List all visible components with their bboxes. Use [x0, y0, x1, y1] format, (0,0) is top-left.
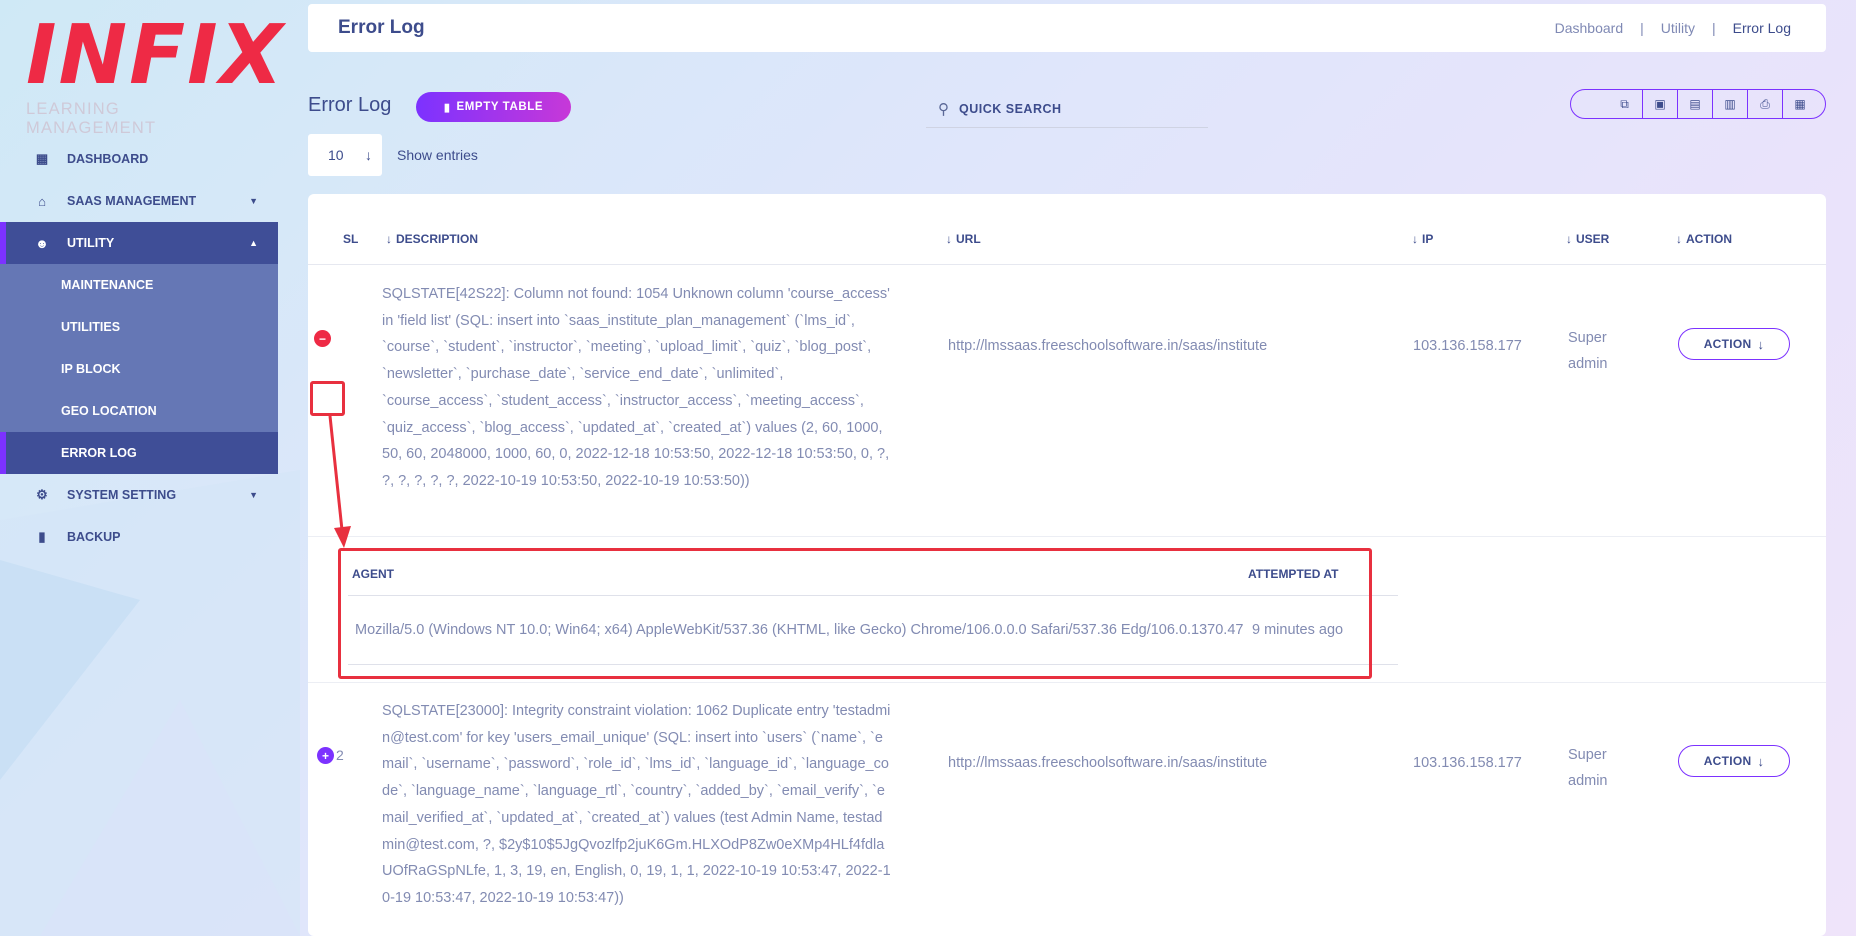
row-user: Super admin — [1568, 747, 1608, 789]
print-icon[interactable]: ⎙ — [1747, 90, 1782, 118]
entries-select[interactable]: 10 ↓ — [308, 134, 382, 176]
sidebar: INFIX LEARNING MANAGEMENT ▦ DASHBOARD ⌂ … — [0, 0, 285, 936]
row-ip: 103.136.158.177 — [1413, 755, 1522, 771]
sidebar-nav: ▦ DASHBOARD ⌂ SAAS MANAGEMENT ▼ ☻ UTILIT… — [0, 138, 278, 558]
quick-search: ⚲ — [926, 90, 1208, 128]
row-divider — [308, 536, 1826, 537]
caret-down-icon: ▼ — [249, 490, 258, 500]
row-description: SQLSTATE[42S22]: Column not found: 1054 … — [382, 286, 890, 489]
columns-icon[interactable]: ▦ — [1782, 90, 1817, 118]
grid-icon: ▦ — [35, 151, 49, 166]
copy-icon[interactable]: ⧉ — [1607, 90, 1642, 118]
sort-arrow-icon: ↓ — [1412, 232, 1418, 246]
action-button[interactable]: ACTION ↓ — [1678, 745, 1790, 777]
sidebar-subitem-ip-block[interactable]: IP BLOCK — [0, 348, 278, 390]
column-header-label: URL — [956, 232, 981, 246]
sidebar-item-label: SAAS MANAGEMENT — [67, 194, 197, 208]
entries-label: Show entries — [397, 147, 478, 163]
caret-up-icon: ▲ — [249, 238, 258, 248]
column-header-user[interactable]: ↓ USER — [1566, 232, 1609, 246]
sidebar-item-label: BACKUP — [67, 530, 121, 544]
row-url: http://lmssaas.freeschoolsoftware.in/saa… — [948, 338, 1268, 354]
action-label: ACTION — [1703, 337, 1752, 351]
logo[interactable]: INFIX LEARNING MANAGEMENT — [26, 8, 285, 138]
header-divider — [308, 264, 1826, 265]
pdf-icon[interactable]: ▥ — [1712, 90, 1747, 118]
page-header: Error Log Dashboard | Utility | Error Log — [308, 4, 1826, 52]
arrow-down-icon: ↓ — [1757, 336, 1765, 352]
column-header-ip[interactable]: ↓ IP — [1412, 232, 1433, 246]
breadcrumb-separator: | — [1712, 20, 1716, 36]
excel-icon[interactable]: ▣ — [1642, 90, 1677, 118]
gears-icon: ⚙ — [36, 487, 48, 502]
sidebar-subitem-utilities[interactable]: UTILITIES — [0, 306, 278, 348]
logo-mark: INFIX — [26, 8, 285, 103]
sidebar-item-label: UTILITY — [67, 236, 115, 250]
row-sl: 2 — [336, 747, 344, 763]
breadcrumb: Dashboard | Utility | Error Log — [1550, 20, 1796, 36]
sidebar-item-dashboard[interactable]: ▦ DASHBOARD — [0, 138, 278, 180]
sidebar-item-system-setting[interactable]: ⚙ SYSTEM SETTING ▼ — [0, 474, 278, 516]
column-header-description[interactable]: ↓ DESCRIPTION — [386, 232, 478, 246]
column-header-label: IP — [1422, 232, 1434, 246]
column-header-label: DESCRIPTION — [396, 232, 479, 246]
empty-table-button[interactable]: ▮ EMPTY TABLE — [416, 92, 571, 122]
empty-table-label: EMPTY TABLE — [456, 101, 544, 113]
action-label: ACTION — [1703, 754, 1752, 768]
breadcrumb-current: Error Log — [1732, 20, 1791, 36]
sort-arrow-icon: ↓ — [1676, 232, 1682, 246]
action-button[interactable]: ACTION ↓ — [1678, 328, 1790, 360]
row-ip: 103.136.158.177 — [1413, 338, 1522, 354]
trash-icon: ▮ — [443, 101, 451, 114]
annotation-highlight-toggle — [310, 381, 345, 416]
column-header-label: ACTION — [1686, 232, 1732, 246]
breadcrumb-dashboard[interactable]: Dashboard — [1555, 20, 1624, 36]
caret-down-icon: ▼ — [249, 196, 258, 206]
arrow-down-icon: ↓ — [365, 147, 372, 163]
row-user: Super admin — [1568, 330, 1608, 372]
sidebar-item-label: SYSTEM SETTING — [67, 488, 177, 502]
entries-value: 10 — [328, 147, 344, 163]
bank-icon: ⌂ — [38, 193, 46, 209]
logo-subtitle: LEARNING MANAGEMENT — [26, 100, 157, 137]
row-divider — [308, 682, 1826, 683]
utility-submenu: MAINTENANCE UTILITIES IP BLOCK GEO LOCAT… — [0, 264, 278, 474]
column-header-sl[interactable]: SL — [343, 232, 358, 246]
collapse-row-toggle[interactable]: − — [314, 330, 331, 347]
section-title: Error Log — [308, 94, 392, 116]
sidebar-subitem-geo-location[interactable]: GEO LOCATION — [0, 390, 278, 432]
arrow-down-icon: ↓ — [1757, 753, 1765, 769]
breadcrumb-separator: | — [1640, 20, 1644, 36]
user-gear-icon: ☻ — [35, 235, 49, 251]
file-icon: ▮ — [38, 529, 46, 544]
row-url: http://lmssaas.freeschoolsoftware.in/saa… — [948, 755, 1268, 771]
sidebar-item-label: DASHBOARD — [67, 152, 149, 166]
row-description: SQLSTATE[23000]: Integrity constraint vi… — [382, 703, 891, 906]
column-header-label: USER — [1576, 232, 1610, 246]
search-input[interactable] — [959, 101, 1189, 116]
sidebar-item-backup[interactable]: ▮ BACKUP — [0, 516, 278, 558]
sidebar-item-saas-management[interactable]: ⌂ SAAS MANAGEMENT ▼ — [0, 180, 278, 222]
column-header-action[interactable]: ↓ ACTION — [1676, 232, 1732, 246]
breadcrumb-utility[interactable]: Utility — [1661, 20, 1695, 36]
search-icon: ⚲ — [938, 100, 949, 118]
csv-icon[interactable]: ▤ — [1677, 90, 1712, 118]
sidebar-item-utility[interactable]: ☻ UTILITY ▲ — [0, 222, 278, 264]
column-header-url[interactable]: ↓ URL — [946, 232, 981, 246]
sidebar-subitem-error-log[interactable]: ERROR LOG — [0, 432, 278, 474]
page-title: Error Log — [338, 17, 425, 38]
annotation-highlight-child-row — [338, 548, 1372, 679]
sort-arrow-icon: ↓ — [946, 232, 952, 246]
export-button-group: ⧉ ▣ ▤ ▥ ⎙ ▦ — [1570, 89, 1826, 119]
sort-arrow-icon: ↓ — [1566, 232, 1572, 246]
sidebar-subitem-maintenance[interactable]: MAINTENANCE — [0, 264, 278, 306]
expand-row-toggle[interactable]: + — [317, 747, 334, 764]
sort-arrow-icon: ↓ — [386, 232, 392, 246]
